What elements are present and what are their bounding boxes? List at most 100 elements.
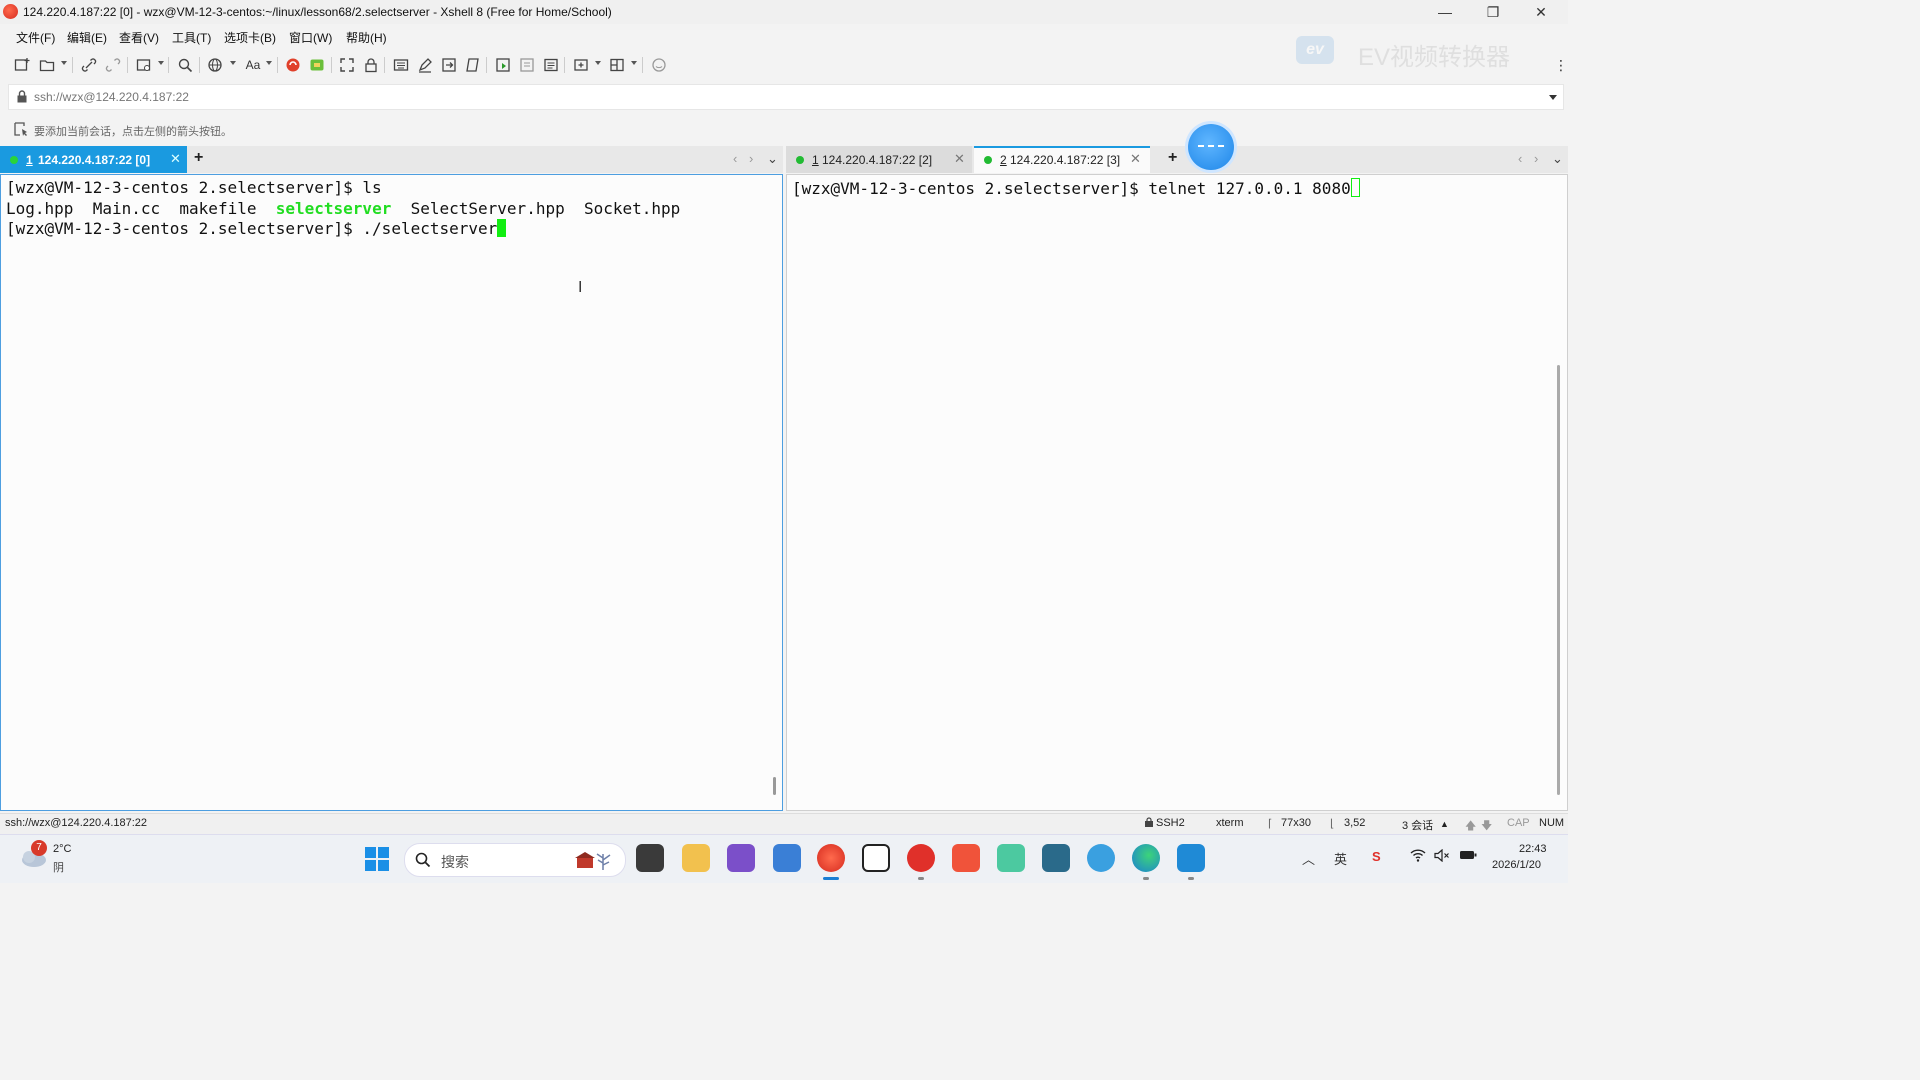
status-sessions[interactable]: 3 会话 bbox=[1402, 817, 1433, 833]
file-explorer-icon[interactable] bbox=[682, 844, 710, 872]
address-bar[interactable]: ssh://wzx@124.220.4.187:22 bbox=[8, 84, 1564, 110]
layout-dropdown-icon[interactable] bbox=[631, 61, 637, 65]
file-main-cc: Main.cc bbox=[92, 198, 161, 218]
scrollbar-right[interactable] bbox=[1557, 365, 1560, 795]
more-options-icon[interactable]: ⋮ bbox=[1552, 56, 1570, 74]
left-tab-bar: 1 124.220.4.187:22 [0] ✕ + ‹ › ⌄ bbox=[0, 146, 783, 173]
terminal-pane-left[interactable]: [wzx@VM-12-3-centos 2.selectserver]$ ls … bbox=[0, 174, 783, 811]
dev-tool-icon[interactable] bbox=[1042, 844, 1070, 872]
menu-tools[interactable]: 工具(T) bbox=[172, 29, 211, 46]
edge-browser-icon[interactable] bbox=[1132, 844, 1160, 872]
tab-close-icon[interactable]: ✕ bbox=[170, 151, 181, 167]
terminal-output-left[interactable]: [wzx@VM-12-3-centos 2.selectserver]$ ls … bbox=[6, 178, 680, 240]
volume-muted-icon[interactable] bbox=[1434, 848, 1450, 865]
restore-button[interactable]: ❐ bbox=[1470, 0, 1516, 24]
terminal-pane-right[interactable]: [wzx@VM-12-3-centos 2.selectserver]$ tel… bbox=[786, 174, 1568, 811]
xftp-green-icon[interactable] bbox=[308, 56, 326, 74]
network-globe-icon[interactable] bbox=[1087, 844, 1115, 872]
task-view-icon[interactable] bbox=[636, 844, 664, 872]
address-dropdown-icon[interactable] bbox=[1549, 95, 1557, 100]
reconnect-icon[interactable] bbox=[135, 56, 153, 74]
tab-list-menu-icon[interactable]: ⌄ bbox=[767, 151, 778, 167]
terminal-output-right[interactable]: [wzx@VM-12-3-centos 2.selectserver]$ tel… bbox=[792, 178, 1360, 200]
text-cursor-icon: I bbox=[578, 279, 583, 296]
address-input[interactable]: ssh://wzx@124.220.4.187:22 bbox=[34, 90, 189, 104]
layout-grid-icon[interactable] bbox=[608, 56, 626, 74]
font-dropdown-icon[interactable] bbox=[266, 61, 272, 65]
tab-close-icon[interactable]: ✕ bbox=[1130, 151, 1141, 167]
tab-session-left-1[interactable]: 1 124.220.4.187:22 [0] ✕ bbox=[0, 146, 187, 173]
toolbar-divider bbox=[331, 57, 332, 73]
disconnect-link-icon[interactable] bbox=[104, 56, 122, 74]
menu-edit[interactable]: 编辑(E) bbox=[67, 29, 107, 46]
tab-prev-icon[interactable]: ‹ bbox=[733, 151, 737, 166]
script-icon[interactable] bbox=[464, 56, 482, 74]
floating-record-icon[interactable] bbox=[1188, 124, 1234, 170]
menu-file[interactable]: 文件(F) bbox=[16, 29, 55, 46]
keyboard-icon[interactable] bbox=[392, 56, 410, 74]
weather-temperature[interactable]: 2°C bbox=[53, 843, 71, 855]
clock-time[interactable]: 22:43 bbox=[1519, 843, 1547, 855]
lock-icon[interactable] bbox=[362, 56, 380, 74]
encoding-dropdown-icon[interactable] bbox=[230, 61, 236, 65]
csdn-c-icon[interactable] bbox=[952, 844, 980, 872]
add-tab-button[interactable]: + bbox=[1168, 149, 1177, 167]
tab-close-icon[interactable]: ✕ bbox=[954, 151, 965, 167]
fullscreen-icon[interactable] bbox=[338, 56, 356, 74]
transfer-green-icon[interactable] bbox=[494, 56, 512, 74]
clock-date[interactable]: 2026/1/20 bbox=[1492, 859, 1541, 871]
open-dropdown-icon[interactable] bbox=[61, 61, 67, 65]
pen-compose-icon[interactable] bbox=[416, 56, 434, 74]
tab-prev-icon[interactable]: ‹ bbox=[1518, 151, 1522, 166]
session-hint-bar: 要添加当前会话，点击左侧的箭头按钮。 bbox=[0, 116, 1568, 142]
weather-alert-badge: 7 bbox=[31, 840, 47, 856]
tab-list-menu-icon[interactable]: ⌄ bbox=[1552, 151, 1563, 167]
new-tab-icon[interactable] bbox=[572, 56, 590, 74]
menu-help[interactable]: 帮助(H) bbox=[346, 29, 387, 46]
xshell-logo-icon bbox=[3, 4, 18, 19]
git-tool-icon[interactable] bbox=[862, 844, 890, 872]
toolbar-divider bbox=[384, 57, 385, 73]
add-session-arrow-icon[interactable] bbox=[14, 122, 29, 139]
menu-window[interactable]: 窗口(W) bbox=[289, 29, 332, 46]
sogou-input-icon[interactable]: S bbox=[1372, 849, 1381, 864]
taskbar-search[interactable]: 搜索 bbox=[404, 843, 626, 877]
open-folder-icon[interactable] bbox=[38, 56, 56, 74]
new-session-icon[interactable] bbox=[13, 56, 31, 74]
visual-studio-icon[interactable] bbox=[727, 844, 755, 872]
globe-encoding-icon[interactable] bbox=[206, 56, 224, 74]
wifi-icon[interactable] bbox=[1410, 849, 1426, 865]
find-search-icon[interactable] bbox=[176, 56, 194, 74]
compose-bar-icon[interactable] bbox=[542, 56, 560, 74]
status-bar: ssh://wzx@124.220.4.187:22 SSH2 xterm ⌈ … bbox=[0, 813, 1568, 834]
scrollbar-left[interactable] bbox=[773, 777, 776, 795]
chat-bubble-icon[interactable] bbox=[650, 56, 668, 74]
menu-tabs[interactable]: 选项卡(B) bbox=[224, 29, 276, 46]
red-g-app-icon[interactable] bbox=[907, 844, 935, 872]
menu-view[interactable]: 查看(V) bbox=[119, 29, 159, 46]
xshell-taskbar-icon[interactable] bbox=[817, 844, 845, 872]
xshell-red-icon[interactable] bbox=[284, 56, 302, 74]
new-tab-dropdown-icon[interactable] bbox=[595, 61, 601, 65]
tray-overflow-icon[interactable]: ︿ bbox=[1302, 849, 1315, 868]
vs-code-alt-icon[interactable] bbox=[773, 844, 801, 872]
window-title: 124.220.4.187:22 [0] - wzx@VM-12-3-cento… bbox=[23, 5, 612, 19]
vs-code-icon[interactable] bbox=[1177, 844, 1205, 872]
minimize-button[interactable]: — bbox=[1422, 0, 1468, 24]
reconnect-dropdown-icon[interactable] bbox=[158, 61, 164, 65]
battery-icon[interactable] bbox=[1459, 849, 1477, 864]
send-to-all-icon[interactable] bbox=[440, 56, 458, 74]
connect-link-icon[interactable] bbox=[80, 56, 98, 74]
font-button[interactable]: Aa bbox=[242, 56, 264, 74]
add-tab-button[interactable]: + bbox=[194, 149, 203, 167]
tab-next-icon[interactable]: › bbox=[749, 151, 753, 166]
close-window-button[interactable]: ✕ bbox=[1518, 0, 1564, 24]
sessions-up-icon[interactable]: ▲ bbox=[1440, 819, 1449, 829]
tab-session-right-2[interactable]: 2 124.220.4.187:22 [3] ✕ bbox=[974, 146, 1150, 173]
tab-next-icon[interactable]: › bbox=[1534, 151, 1538, 166]
note-app-icon[interactable] bbox=[997, 844, 1025, 872]
tab-session-right-1[interactable]: 1 124.220.4.187:22 [2] ✕ bbox=[786, 146, 972, 173]
windows-start-icon[interactable] bbox=[365, 847, 389, 874]
log-icon[interactable] bbox=[518, 56, 536, 74]
ime-indicator[interactable]: 英 bbox=[1334, 849, 1347, 868]
